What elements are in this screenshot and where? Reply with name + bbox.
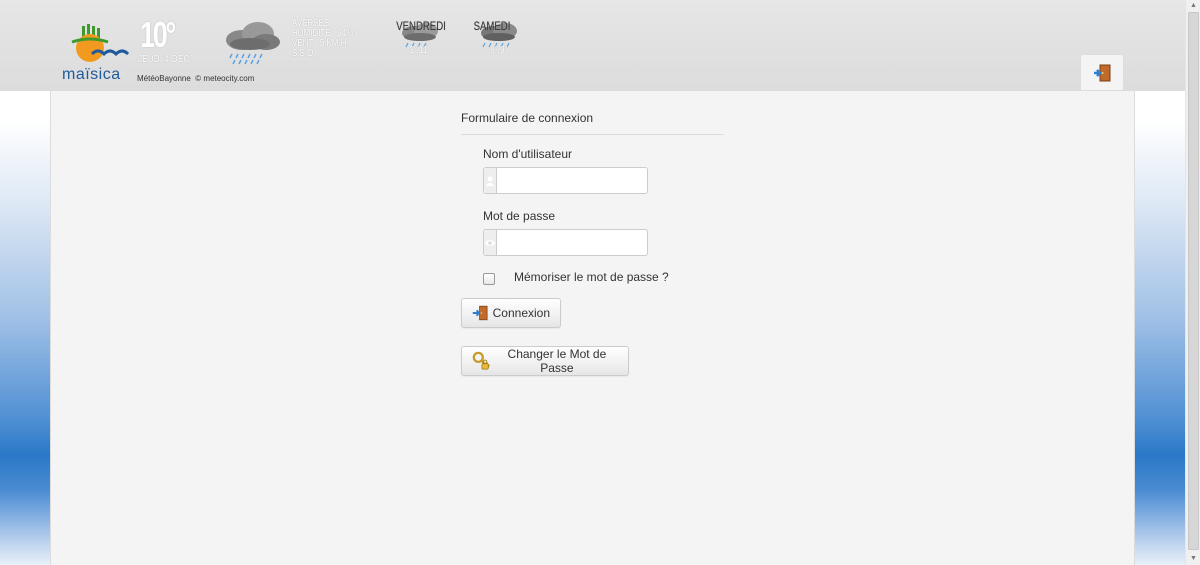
eye-icon bbox=[484, 230, 497, 255]
header-banner: maïsica 10° JEUDI 4 DEC MétéoBayonne © m… bbox=[0, 0, 1185, 91]
scroll-thumb[interactable] bbox=[1188, 12, 1199, 550]
main-panel bbox=[50, 91, 1135, 565]
login-button[interactable]: Connexion bbox=[461, 298, 561, 328]
vertical-scrollbar[interactable]: ▲ ▼ bbox=[1185, 0, 1200, 565]
weather-credits: MétéoBayonne © meteocity.com bbox=[137, 74, 254, 83]
password-group bbox=[483, 229, 664, 256]
remember-checkbox[interactable] bbox=[483, 273, 495, 285]
forecast-range: 3°/11° bbox=[409, 45, 431, 56]
password-label: Mot de passe bbox=[483, 209, 556, 223]
forecast-day-1: VENDREDI 3°/11° bbox=[390, 19, 450, 56]
password-input[interactable] bbox=[497, 230, 664, 255]
forecast-day-label: VENDREDI bbox=[396, 19, 446, 33]
logout-button[interactable] bbox=[1080, 54, 1124, 90]
door-enter-icon bbox=[472, 305, 488, 321]
forecast-day-label: SAMEDI bbox=[473, 19, 511, 33]
keys-lock-icon bbox=[472, 351, 490, 370]
scroll-down-arrow-icon[interactable]: ▼ bbox=[1186, 553, 1200, 565]
change-password-button[interactable]: Changer le Mot de Passe bbox=[461, 346, 629, 376]
change-password-button-label: Changer le Mot de Passe bbox=[507, 347, 607, 375]
username-label: Nom d'utilisateur bbox=[483, 147, 572, 161]
credit-source: MétéoBayonne bbox=[137, 74, 191, 83]
login-button-label: Connexion bbox=[492, 306, 550, 320]
scroll-up-arrow-icon[interactable]: ▲ bbox=[1186, 0, 1200, 12]
forecast-day-2: SAMEDI 6°/9° bbox=[469, 19, 529, 56]
remember-label: Mémoriser le mot de passe ? bbox=[514, 270, 669, 284]
weather-conditions: AVERSES HUMIDITÉ : 94% VENT : 5 KM/H S.S… bbox=[292, 19, 353, 59]
condition-direction: S.S.O. bbox=[292, 48, 316, 59]
cloud-rain-icon bbox=[226, 22, 280, 65]
form-divider bbox=[461, 134, 724, 135]
logo-text: maïsica bbox=[62, 66, 121, 83]
form-title: Formulaire de connexion bbox=[461, 111, 594, 125]
username-group bbox=[483, 167, 664, 194]
forecast-range: 6°/9° bbox=[490, 45, 508, 56]
username-input[interactable] bbox=[497, 168, 664, 193]
credit-site: © meteocity.com bbox=[195, 74, 255, 83]
user-icon bbox=[484, 168, 497, 193]
current-temperature: 10° bbox=[140, 14, 176, 55]
current-date: JEUDI 4 DEC bbox=[138, 54, 190, 65]
door-exit-icon bbox=[1094, 64, 1111, 81]
